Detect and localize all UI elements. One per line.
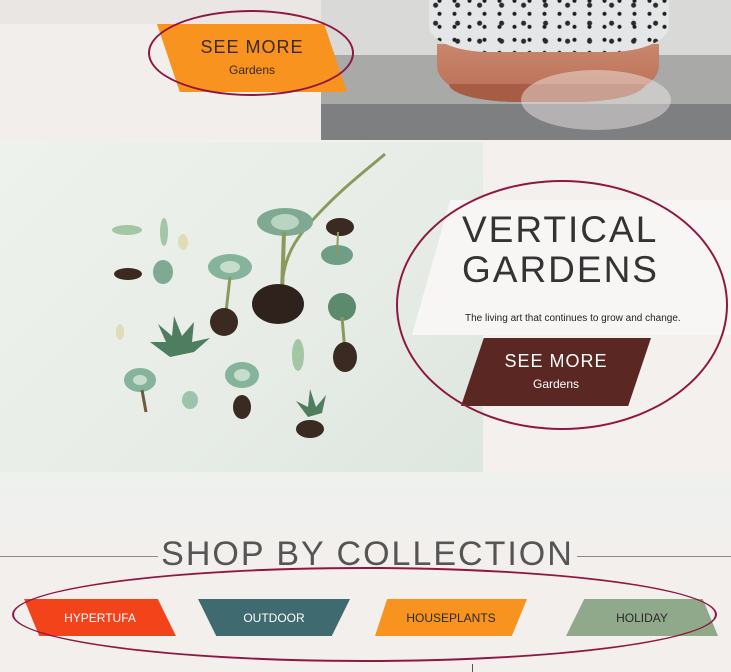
highlight-ring [12, 567, 717, 662]
speckled-pot [429, 0, 669, 52]
divider [0, 556, 158, 557]
watercolor-wash [521, 70, 671, 130]
pot-photo [321, 0, 731, 140]
highlight-ring [148, 10, 354, 96]
highlight-ring [396, 180, 728, 430]
divider [577, 556, 731, 557]
divider [472, 664, 473, 672]
